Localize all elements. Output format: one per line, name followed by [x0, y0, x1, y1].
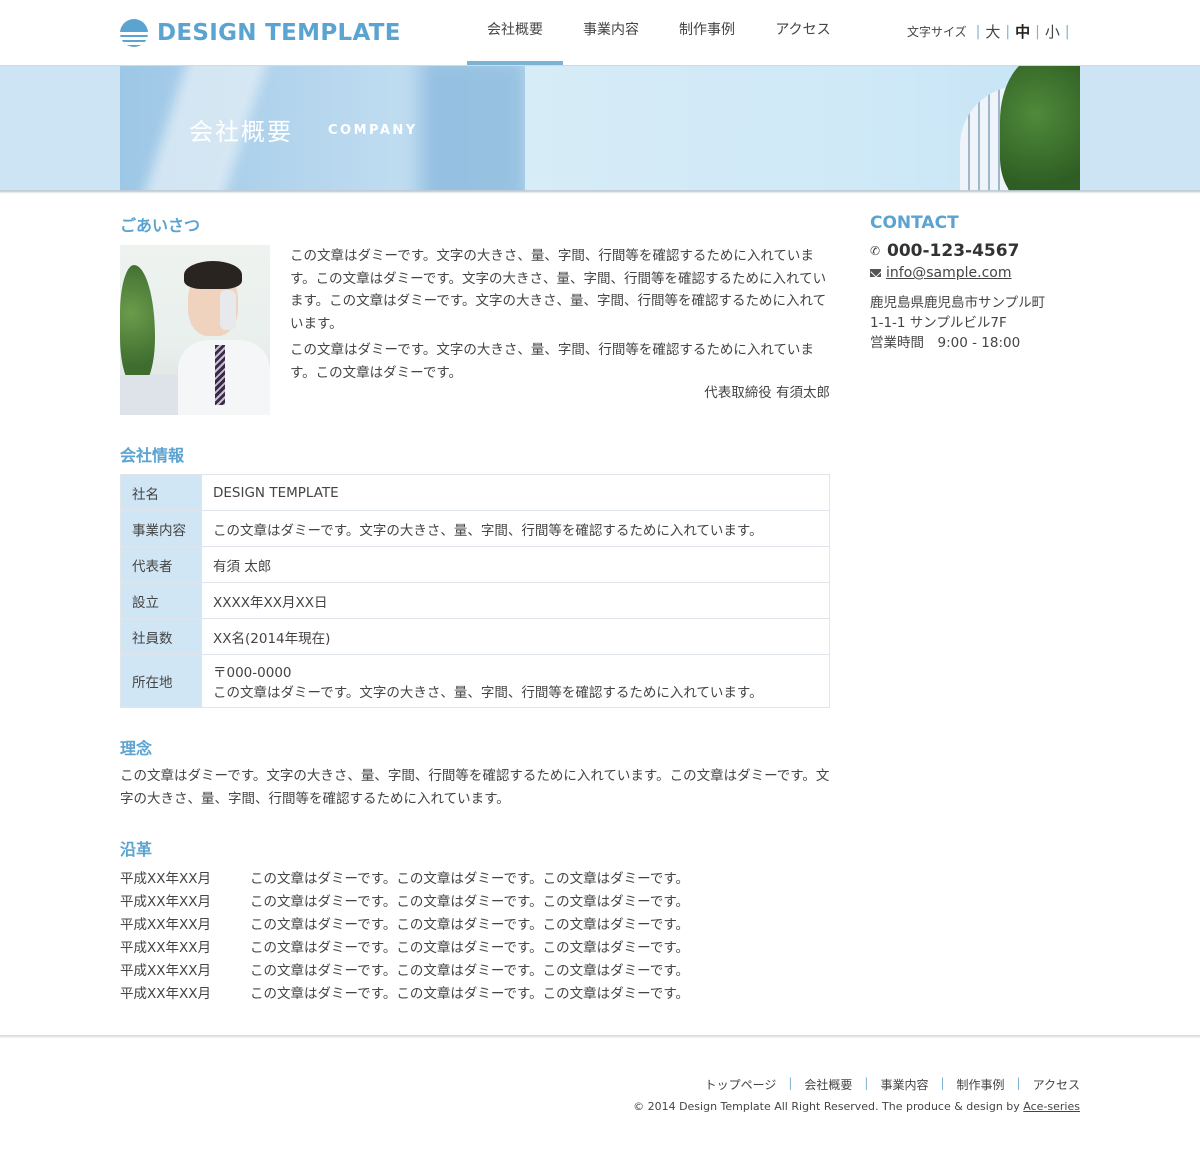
tree-photo	[1000, 66, 1080, 191]
footer-link-works[interactable]: 制作事例	[957, 1076, 1005, 1093]
page-subtitle: COMPANY	[328, 123, 418, 138]
history-text: この文章はダミーです。この文章はダミーです。この文章はダミーです。	[250, 894, 690, 910]
postal-code: 〒000-0000	[213, 665, 292, 681]
history-date: 平成XX年XX月	[120, 940, 211, 956]
list-item: 平成XX年XX月 この文章はダミーです。この文章はダミーです。この文章はダミーです…	[120, 960, 830, 983]
footer-link-top[interactable]: トップページ	[705, 1076, 777, 1093]
table-row: 社名 DESIGN TEMPLATE	[120, 474, 830, 511]
table-row: 所在地 〒000-0000 この文章はダミーです。文字の大きさ、量、字間、行間等…	[120, 654, 830, 708]
credit-link[interactable]: Ace-series	[1023, 1100, 1080, 1113]
table-value: XXXX年XX月XX日	[201, 582, 830, 619]
list-item: 平成XX年XX月 この文章はダミーです。この文章はダミーです。この文章はダミーです…	[120, 891, 830, 914]
list-item: 平成XX年XX月 この文章はダミーです。この文章はダミーです。この文章はダミーです…	[120, 914, 830, 937]
nav-item-access[interactable]: アクセス	[755, 0, 851, 65]
font-size-small-button[interactable]: 小	[1045, 21, 1060, 42]
contact-address: 鹿児島県鹿児島市サンプル町 1-1-1 サンプルビル7F 営業時間 9:00 -…	[870, 293, 1045, 353]
nav-item-company[interactable]: 会社概要	[467, 0, 563, 65]
table-row: 事業内容 この文章はダミーです。文字の大きさ、量、字間、行間等を確認するために入…	[120, 510, 830, 547]
table-value: この文章はダミーです。文字の大きさ、量、字間、行間等を確認するために入れています…	[201, 510, 830, 547]
history-text: この文章はダミーです。この文章はダミーです。この文章はダミーです。	[250, 940, 690, 956]
history-heading: 沿革	[120, 840, 153, 859]
list-item: 平成XX年XX月 この文章はダミーです。この文章はダミーです。この文章はダミーです…	[120, 983, 830, 1006]
table-label: 設立	[120, 582, 202, 619]
history-date: 平成XX年XX月	[120, 871, 211, 887]
contact-email: info@sample.com	[870, 265, 1012, 281]
table-label: 社名	[120, 474, 202, 511]
font-size-divider: |	[1005, 23, 1011, 40]
president-photo	[120, 245, 270, 415]
page-title: 会社概要	[189, 118, 293, 146]
font-size-label: 文字サイズ	[907, 25, 967, 39]
business-hours: 営業時間 9:00 - 18:00	[870, 335, 1021, 351]
mail-icon	[870, 269, 881, 277]
table-row: 設立 XXXX年XX月XX日	[120, 582, 830, 619]
nav-item-business[interactable]: 事業内容	[563, 0, 659, 65]
font-size-medium-button[interactable]: 中	[1015, 21, 1030, 42]
greeting-heading: ごあいさつ	[120, 216, 201, 235]
history-date: 平成XX年XX月	[120, 894, 211, 910]
address-text: この文章はダミーです。文字の大きさ、量、字間、行間等を確認するために入れています…	[213, 685, 763, 701]
address-line: 鹿児島県鹿児島市サンプル町	[870, 295, 1046, 311]
logo-wave-icon	[120, 19, 148, 47]
history-text: この文章はダミーです。この文章はダミーです。この文章はダミーです。	[250, 986, 690, 1002]
table-value: 有須 太郎	[201, 546, 830, 583]
philosophy-text: この文章はダミーです。文字の大きさ、量、字間、行間等を確認するために入れています…	[120, 768, 830, 807]
footer-link-company[interactable]: 会社概要	[804, 1076, 852, 1093]
list-item: 平成XX年XX月 この文章はダミーです。この文章はダミーです。この文章はダミーです…	[120, 937, 830, 960]
font-size-divider: |	[1064, 23, 1070, 40]
philosophy-heading: 理念	[120, 739, 153, 758]
table-label: 所在地	[120, 654, 202, 708]
company-info-table: 社名 DESIGN TEMPLATE 事業内容 この文章はダミーです。文字の大き…	[120, 474, 830, 708]
table-label: 社員数	[120, 618, 202, 655]
table-value: 〒000-0000 この文章はダミーです。文字の大きさ、量、字間、行間等を確認す…	[201, 654, 830, 708]
history-date: 平成XX年XX月	[120, 986, 211, 1002]
greeting-text: この文章はダミーです。文字の大きさ、量、字間、行間等を確認するために入れています…	[290, 245, 830, 388]
font-size-switcher: 文字サイズ | 大 | 中 | 小 |	[907, 21, 1075, 42]
font-size-large-button[interactable]: 大	[985, 21, 1000, 42]
table-label: 代表者	[120, 546, 202, 583]
phone-icon: ✆	[870, 244, 881, 258]
history-date: 平成XX年XX月	[120, 963, 211, 979]
history-text: この文章はダミーです。この文章はダミーです。この文章はダミーです。	[250, 963, 690, 979]
phone-number: 000-123-4567	[887, 241, 1020, 261]
table-row: 代表者 有須 太郎	[120, 546, 830, 583]
history-date: 平成XX年XX月	[120, 917, 211, 933]
copyright-text: © 2014 Design Template All Right Reserve…	[633, 1100, 1024, 1113]
table-value: DESIGN TEMPLATE	[201, 474, 830, 511]
history-text: この文章はダミーです。この文章はダミーです。この文章はダミーです。	[250, 871, 690, 887]
footer-link-business[interactable]: 事業内容	[880, 1076, 928, 1093]
copyright: © 2014 Design Template All Right Reserve…	[633, 1100, 1080, 1113]
footer-divider	[0, 1035, 1200, 1038]
logo-text: DESIGN TEMPLATE	[157, 20, 401, 46]
company-info-heading: 会社情報	[120, 446, 185, 465]
greeting-signature: 代表取締役 有須太郎	[704, 385, 830, 401]
footer-link-access[interactable]: アクセス	[1033, 1076, 1080, 1093]
site-logo[interactable]: DESIGN TEMPLATE	[120, 19, 401, 47]
font-size-divider: |	[1035, 23, 1040, 40]
global-nav: 会社概要 事業内容 制作事例 アクセス	[467, 0, 851, 65]
footer-nav: トップページ | 会社概要 | 事業内容 | 制作事例 | アクセス	[704, 1076, 1080, 1093]
list-item: 平成XX年XX月 この文章はダミーです。この文章はダミーです。この文章はダミーです…	[120, 868, 830, 891]
table-label: 事業内容	[120, 510, 202, 547]
site-header: DESIGN TEMPLATE 会社概要 事業内容 制作事例 アクセス 文字サイ…	[0, 0, 1200, 65]
nav-item-works[interactable]: 制作事例	[659, 0, 755, 65]
contact-heading: CONTACT	[870, 213, 959, 233]
address-line: 1-1-1 サンプルビル7F	[870, 315, 1007, 331]
font-size-divider: |	[975, 23, 981, 40]
history-text: この文章はダミーです。この文章はダミーです。この文章はダミーです。	[250, 917, 690, 933]
email-link[interactable]: info@sample.com	[886, 265, 1012, 281]
greeting-paragraph: この文章はダミーです。文字の大きさ、量、字間、行間等を確認するために入れています…	[290, 248, 827, 332]
contact-phone: ✆ 000-123-4567	[870, 241, 1019, 261]
history-list: 平成XX年XX月この文章はダミーです。この文章はダミーです。この文章はダミーです…	[120, 868, 830, 1006]
table-value: XX名(2014年現在)	[201, 618, 830, 655]
greeting-paragraph: この文章はダミーです。文字の大きさ、量、字間、行間等を確認するために入れています…	[290, 342, 814, 381]
table-row: 社員数 XX名(2014年現在)	[120, 618, 830, 655]
